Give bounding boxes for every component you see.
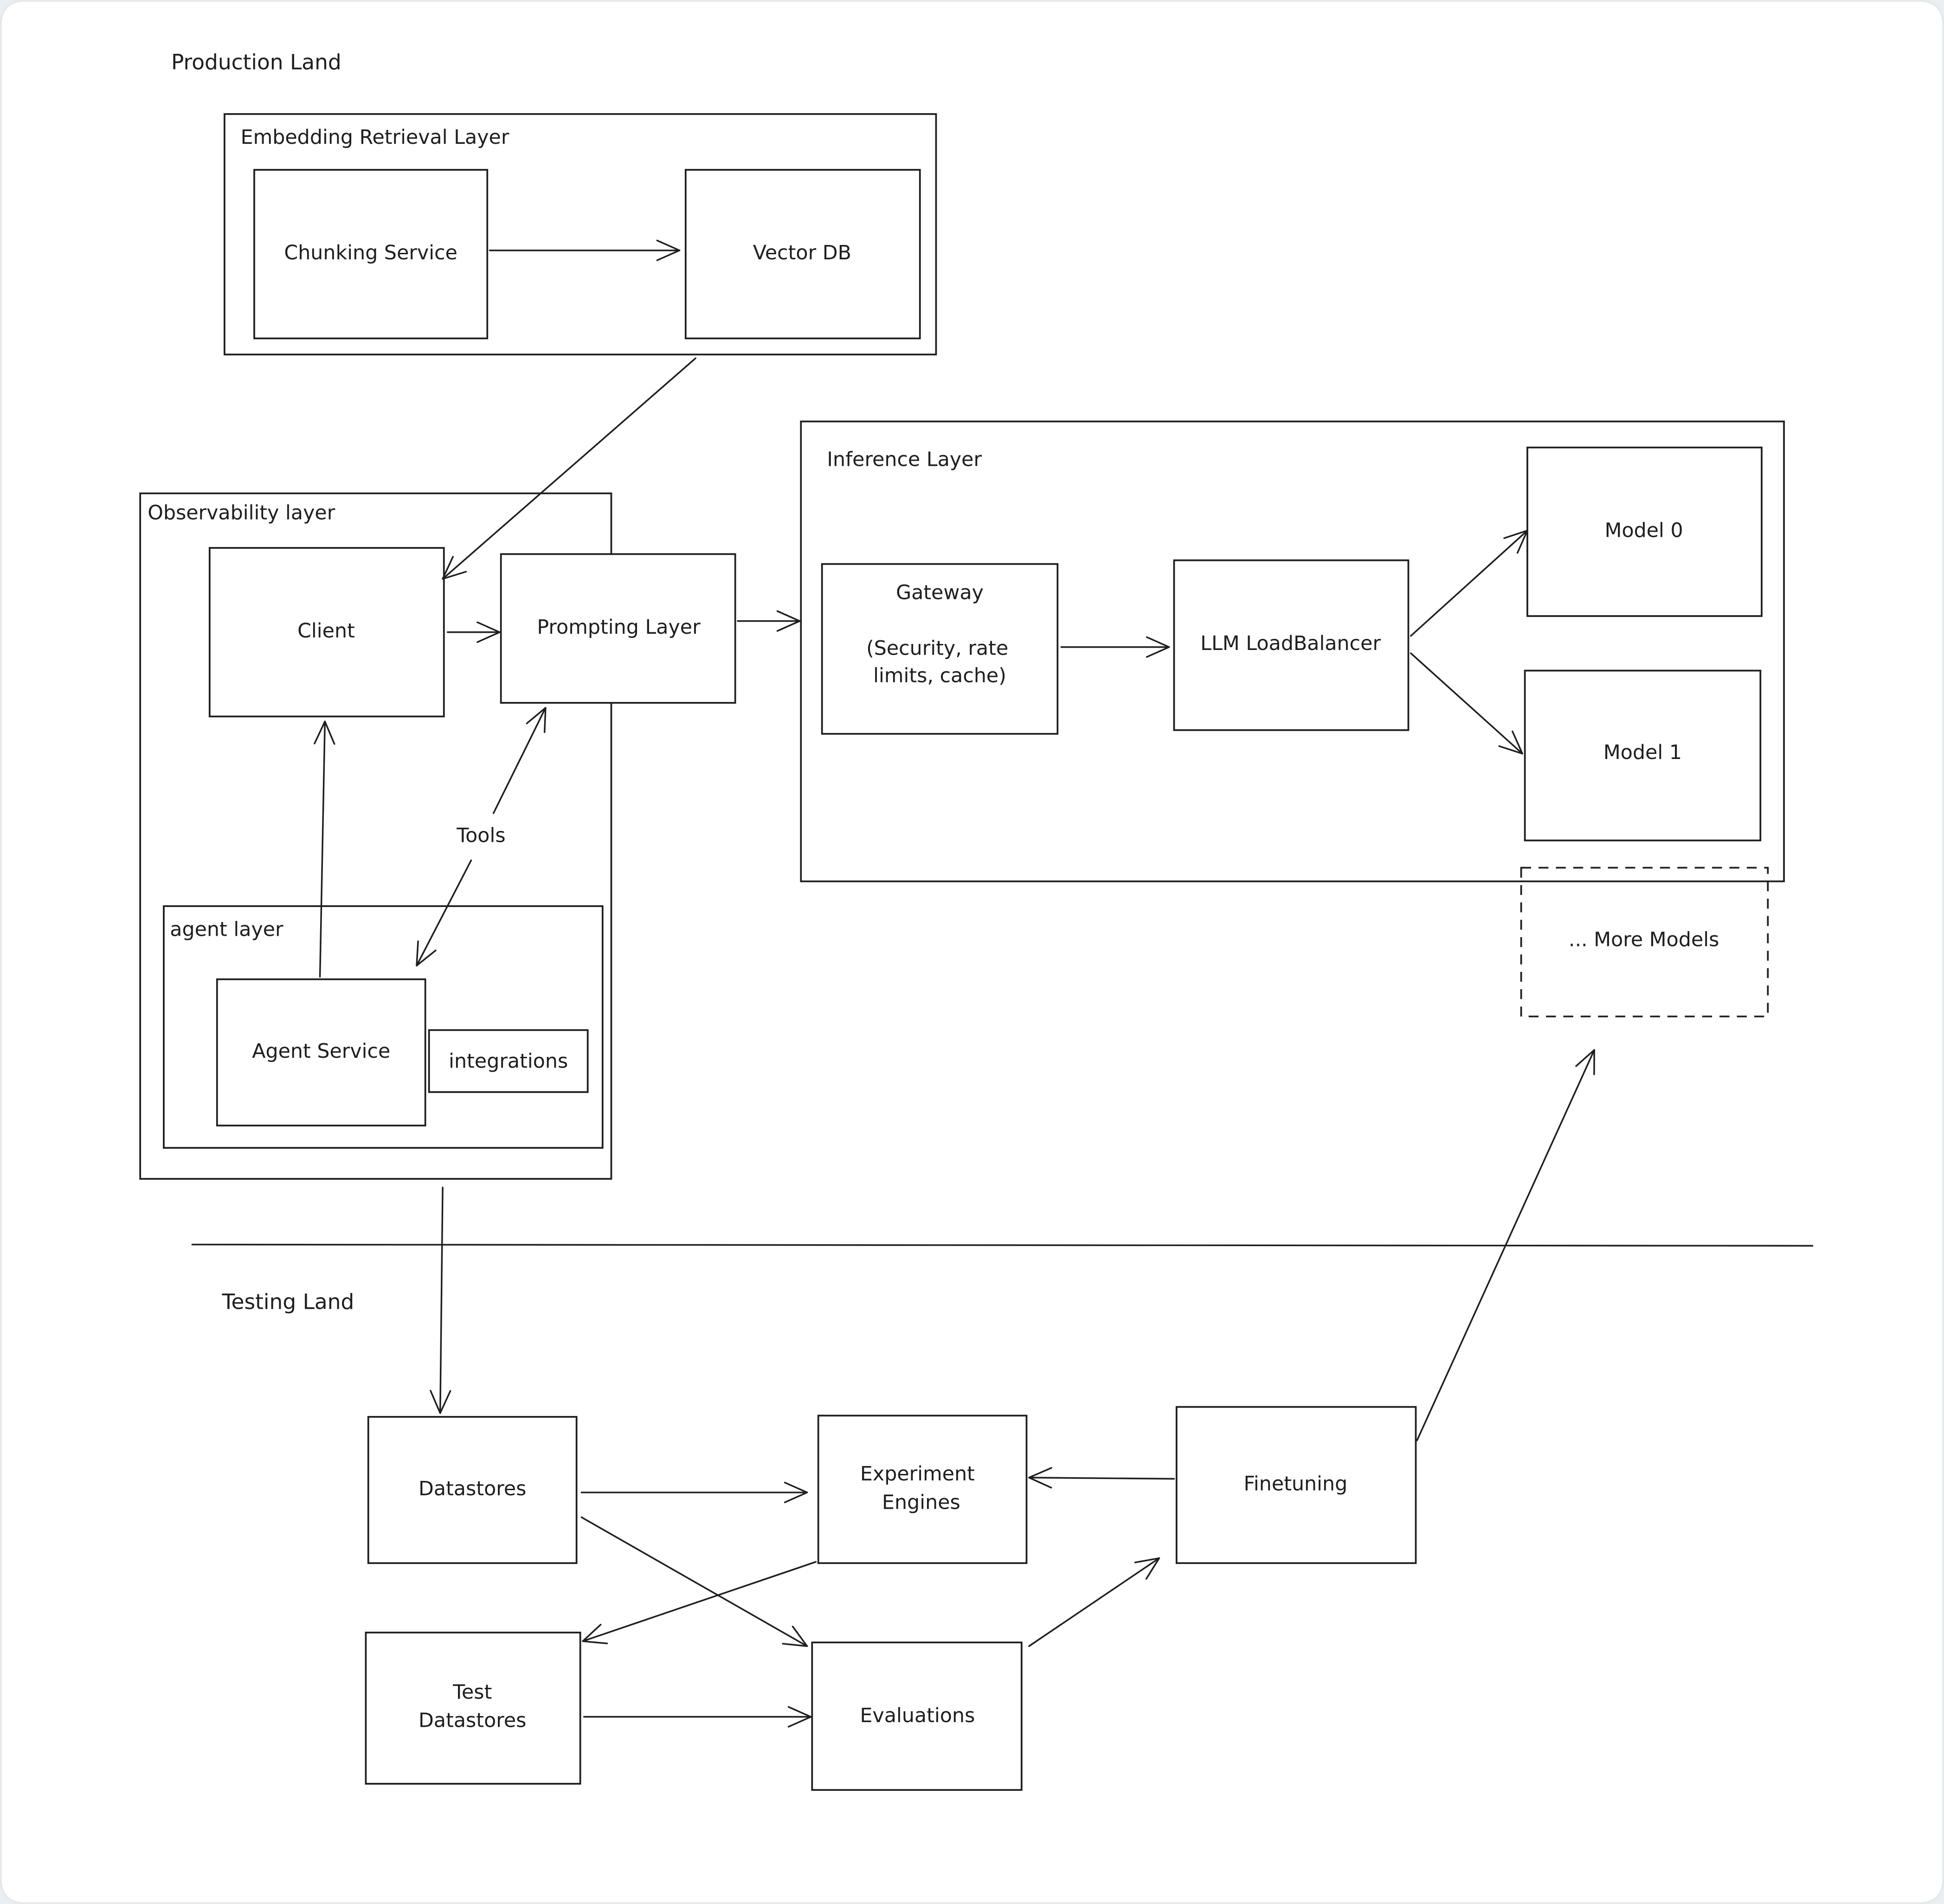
evaluations-label: Evaluations (860, 1704, 975, 1727)
prompting-layer-node[interactable]: Prompting Layer (500, 553, 736, 704)
edge-finetuning-to-experiment-engines-line (1028, 1477, 1175, 1480)
test-datastores-box (365, 1631, 581, 1785)
observability-layer-title: Observability layer (148, 502, 335, 525)
datastores-node[interactable]: Datastores (367, 1416, 578, 1564)
edge-prompting-to-inference[interactable] (737, 610, 801, 632)
more-models-node[interactable]: ... More Models (1520, 867, 1769, 1017)
vector-db-label: Vector DB (753, 241, 851, 264)
datastores-label: Datastores (418, 1477, 526, 1500)
experiment-engines-label-line2: Engines (882, 1491, 960, 1514)
experiment-engines-node[interactable]: Experiment Engines (817, 1415, 1028, 1564)
testing-land-label: Testing Land (222, 1290, 354, 1314)
architecture-diagram: Production Land Embedding Retrieval Laye… (139, 50, 1814, 1791)
model-1-label: Model 1 (1603, 741, 1682, 764)
model-1-node[interactable]: Model 1 (1524, 669, 1762, 842)
edge-gateway-to-load-balancer[interactable] (1060, 636, 1170, 658)
edge-agent-service-to-client-line (319, 720, 326, 978)
edge-experiment-engines-to-test-datastores-line (582, 1561, 817, 1642)
experiment-engines-label-line1: Experiment (860, 1462, 975, 1486)
gateway-description-line2: limits, cache) (873, 664, 1006, 687)
evaluations-node[interactable]: Evaluations (811, 1641, 1023, 1791)
arrowhead-icon (416, 940, 437, 967)
agent-layer-title: agent layer (170, 918, 283, 941)
edge-observability-to-datastores[interactable] (430, 1186, 451, 1414)
edge-agent-service-to-prompting-line-2 (416, 859, 472, 967)
edge-datastores-to-experiment-engines[interactable] (580, 1481, 808, 1504)
edge-datastores-to-evaluations[interactable] (580, 1516, 808, 1647)
test-datastores-label-line1: Test (452, 1680, 492, 1704)
gateway-node[interactable]: Gateway (Security, rate limits, cache) (821, 563, 1059, 735)
edge-evaluations-to-finetuning[interactable] (1028, 1557, 1160, 1647)
production-land-label: Production Land (171, 50, 341, 75)
llm-loadbalancer-label: LLM LoadBalancer (1200, 632, 1381, 655)
tools-edge-label: Tools (456, 824, 505, 847)
edge-chunking-to-vector-db[interactable] (489, 239, 681, 261)
test-datastores-label-line2: Datastores (418, 1709, 526, 1732)
finetuning-node[interactable]: Finetuning (1175, 1406, 1417, 1564)
prompting-layer-label: Prompting Layer (537, 616, 701, 639)
edge-agent-service-to-prompting-line (492, 707, 547, 814)
experiment-engines-box (817, 1415, 1028, 1564)
model-0-node[interactable]: Model 0 (1526, 446, 1763, 617)
production-testing-divider (191, 1243, 1814, 1247)
edge-embedding-to-client-line (442, 357, 696, 580)
edge-finetuning-to-experiment-engines[interactable] (1028, 1467, 1175, 1489)
edge-load-balancer-to-model0[interactable] (1410, 529, 1528, 637)
test-datastores-node[interactable]: Test Datastores (365, 1631, 581, 1785)
edge-evaluations-to-finetuning-line (1028, 1557, 1160, 1647)
llm-loadbalancer-node[interactable]: LLM LoadBalancer (1173, 559, 1410, 731)
gateway-description-line1: (Security, rate (866, 637, 1008, 660)
embedding-layer-title: Embedding Retrieval Layer (241, 126, 509, 149)
agent-service-label: Agent Service (252, 1040, 390, 1063)
gateway-title: Gateway (896, 581, 984, 604)
edge-load-balancer-to-model1[interactable] (1410, 652, 1524, 755)
inference-layer-title: Inference Layer (827, 448, 982, 471)
integrations-node[interactable]: integrations (428, 1029, 589, 1093)
client-node[interactable]: Client (208, 547, 445, 718)
edge-load-balancer-to-model1-line (1410, 652, 1524, 755)
edge-load-balancer-to-model0-line (1410, 529, 1528, 637)
edge-test-datastores-to-evaluations[interactable] (583, 1706, 812, 1728)
more-models-label: ... More Models (1569, 928, 1719, 951)
integrations-label: integrations (449, 1049, 568, 1073)
edge-client-to-prompting[interactable] (447, 621, 501, 643)
vector-db-node[interactable]: Vector DB (684, 169, 921, 340)
client-label: Client (297, 619, 355, 643)
chunking-service-label: Chunking Service (284, 241, 457, 264)
finetuning-label: Finetuning (1243, 1472, 1347, 1495)
edge-observability-to-datastores-line (439, 1186, 444, 1414)
edge-datastores-to-evaluations-line (580, 1516, 808, 1647)
chunking-service-node[interactable]: Chunking Service (253, 169, 489, 340)
edge-agent-service-to-client[interactable] (314, 720, 335, 978)
edge-embedding-to-client[interactable] (442, 357, 696, 580)
model-0-label: Model 0 (1605, 519, 1683, 542)
agent-service-node[interactable]: Agent Service (216, 978, 426, 1126)
